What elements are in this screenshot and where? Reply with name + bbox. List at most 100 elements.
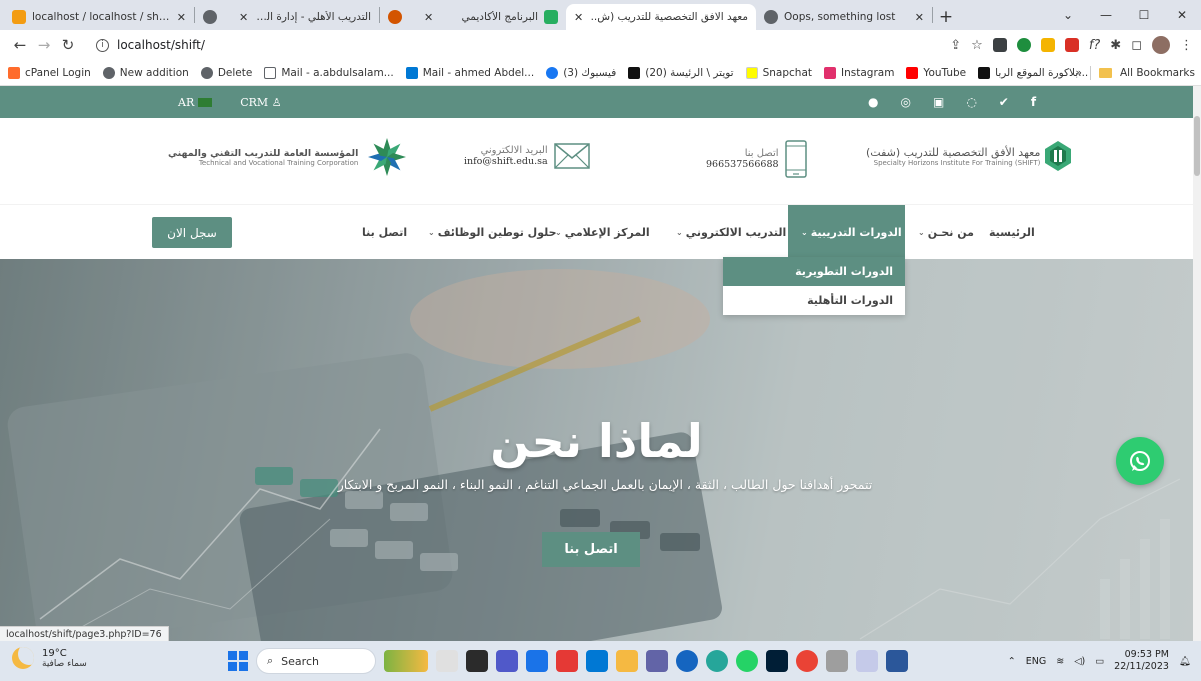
wifi-icon[interactable]: ≋ <box>1056 656 1064 667</box>
twitter-icon[interactable]: ✔ <box>999 95 1009 109</box>
register-now-button[interactable]: سجل الان <box>152 217 232 248</box>
close-icon[interactable]: ✕ <box>915 11 924 24</box>
app-icon[interactable] <box>526 650 548 672</box>
more-bookmarks-button[interactable]: » <box>1076 67 1082 79</box>
email-contact[interactable]: البريد الالكتروني info@shift.edu.sa <box>464 143 590 169</box>
formula-icon[interactable]: f? <box>1089 38 1100 53</box>
snapchat-icon[interactable]: ● <box>868 95 878 109</box>
close-icon[interactable]: ✕ <box>239 11 248 24</box>
minimize-button[interactable]: — <box>1087 8 1125 22</box>
app-icon[interactable] <box>676 650 698 672</box>
info-icon[interactable]: i <box>96 38 109 52</box>
dropdown-item-qualification[interactable]: الدورات التأهلية <box>723 286 905 315</box>
file-explorer-icon[interactable] <box>616 650 638 672</box>
extension-icon[interactable] <box>1016 38 1031 52</box>
copilot-icon[interactable] <box>436 650 458 672</box>
language-indicator[interactable]: ENG <box>1026 656 1046 667</box>
nav-courses[interactable]: ⌄ الدورات التدريبية <box>788 205 905 260</box>
share-icon[interactable]: ⇪ <box>950 38 961 53</box>
tab-search-icon[interactable]: ⌄ <box>1049 8 1087 22</box>
nav-home[interactable]: الرئيسية <box>989 205 1035 260</box>
extension-icon[interactable] <box>1064 38 1079 52</box>
bookmark[interactable]: YouTube <box>906 66 966 79</box>
bookmark[interactable]: Mail - a.abdulsalam... <box>264 66 394 79</box>
sidepanel-icon[interactable]: ◻ <box>1131 38 1142 53</box>
browser-tab[interactable]: ✕ البرنامج الأكاديمي <box>416 4 566 30</box>
bookmark[interactable]: (3) فيسبوك <box>546 66 616 79</box>
star-icon[interactable]: ☆ <box>971 38 983 53</box>
photoshop-icon[interactable] <box>766 650 788 672</box>
bookmark[interactable]: cPanel Login <box>8 66 91 79</box>
weather-widget[interactable]: 19°C سماء صافية <box>12 647 87 669</box>
bookmark[interactable]: (20) تويتر \ الرئيسة <box>628 66 734 79</box>
teams-icon[interactable] <box>646 650 668 672</box>
word-icon[interactable] <box>886 650 908 672</box>
reload-button[interactable]: ↻ <box>56 36 80 54</box>
extension-icon[interactable] <box>992 38 1007 52</box>
profile-avatar[interactable] <box>1152 36 1170 54</box>
bookmark[interactable]: بلاكورة الموقع الربا... <box>978 66 1088 79</box>
whatsapp-icon[interactable] <box>736 650 758 672</box>
calculator-icon[interactable] <box>826 650 848 672</box>
forward-button[interactable]: → <box>32 36 56 54</box>
all-bookmarks-button[interactable]: All Bookmarks <box>1120 67 1195 79</box>
browser-tab[interactable] <box>195 4 231 30</box>
nav-elearning[interactable]: ⌄ التدريب الالكتروني <box>676 205 786 260</box>
new-tab-button[interactable]: + <box>933 4 959 30</box>
extension-icon[interactable] <box>1040 38 1055 52</box>
back-button[interactable]: ← <box>8 36 32 54</box>
chevron-up-icon[interactable]: ⌃ <box>1008 656 1016 667</box>
menu-kebab-icon[interactable]: ⋮ <box>1180 38 1193 53</box>
extensions-puzzle-icon[interactable]: ✱ <box>1110 38 1121 53</box>
teams-icon[interactable] <box>496 650 518 672</box>
close-icon[interactable]: ✕ <box>574 11 583 24</box>
whatsapp-float-button[interactable] <box>1116 437 1164 485</box>
notification-bell-icon[interactable]: 🔔︎ <box>1179 656 1191 667</box>
app-icon[interactable] <box>856 650 878 672</box>
phone-contact[interactable]: اتصل بنا 966537566688 <box>706 140 807 178</box>
bookmark[interactable]: Snapchat <box>745 66 812 79</box>
app-icon[interactable] <box>556 650 578 672</box>
nav-contact[interactable]: اتصل بنا <box>362 205 407 260</box>
browser-tab-active[interactable]: ✕ معهد الافق التخصصية للتدريب (ش.. <box>566 4 756 30</box>
taskbar-search[interactable]: ⌕ Search <box>256 648 376 674</box>
whatsapp-icon[interactable]: ◌ <box>966 95 976 109</box>
browser-tab[interactable]: Oops, something lost ✕ <box>756 4 932 30</box>
dropdown-item-development[interactable]: الدورات التطويرية <box>723 257 905 286</box>
volume-icon[interactable]: ◁) <box>1074 656 1085 667</box>
clock[interactable]: 09:53 PM 22/11/2023 <box>1114 649 1169 673</box>
bookmark[interactable]: Mail - ahmed Abdel... <box>405 66 534 79</box>
mobile-phone-icon <box>784 140 807 178</box>
crm-link[interactable]: CRM ♙ <box>240 96 281 109</box>
tab-title: التدريب الأهلي - إدارة الرخص <box>254 11 371 23</box>
battery-icon[interactable]: ▭ <box>1095 656 1104 667</box>
close-icon[interactable]: ✕ <box>424 11 433 24</box>
tvtc-logo[interactable]: المؤسسة العامة للتدريب التقني والمهني Te… <box>168 136 408 178</box>
outlook-icon[interactable] <box>586 650 608 672</box>
widgets-icon[interactable] <box>384 650 428 672</box>
youtube-icon[interactable]: ▣ <box>933 95 944 109</box>
bookmark[interactable]: New addition <box>102 66 189 79</box>
hero-contact-button[interactable]: اتصل بنا <box>542 532 640 567</box>
close-icon[interactable]: ✕ <box>177 11 186 24</box>
instagram-icon[interactable]: ◎ <box>900 95 910 109</box>
windows-start-icon[interactable] <box>228 651 248 671</box>
nav-jobs[interactable]: ⌄ حلول توطين الوظائف <box>428 205 557 260</box>
nav-about[interactable]: ⌄ من نحـن <box>918 205 974 260</box>
chrome-icon[interactable] <box>796 650 818 672</box>
edge-icon[interactable] <box>706 650 728 672</box>
close-window-button[interactable]: ✕ <box>1163 8 1201 22</box>
bookmark[interactable]: Delete <box>200 66 252 79</box>
maximize-button[interactable]: ☐ <box>1125 8 1163 22</box>
facebook-icon[interactable]: f <box>1031 95 1036 109</box>
browser-tab[interactable] <box>380 4 416 30</box>
language-switch[interactable]: AR <box>178 96 213 109</box>
bookmark[interactable]: Instagram <box>824 66 894 79</box>
url-bar[interactable]: i localhost/shift/ <box>86 33 215 57</box>
task-view-icon[interactable] <box>466 650 488 672</box>
shift-logo[interactable]: معهد الأفق التخصصية للتدريب (شفت) Specia… <box>866 140 1072 172</box>
browser-tab[interactable]: localhost / localhost / shift / web ✕ <box>4 4 194 30</box>
nav-media[interactable]: ⌄ المركز الإعلامي <box>555 205 650 260</box>
page-scrollbar[interactable] <box>1193 86 1201 641</box>
browser-tab[interactable]: ✕ التدريب الأهلي - إدارة الرخص <box>231 4 379 30</box>
